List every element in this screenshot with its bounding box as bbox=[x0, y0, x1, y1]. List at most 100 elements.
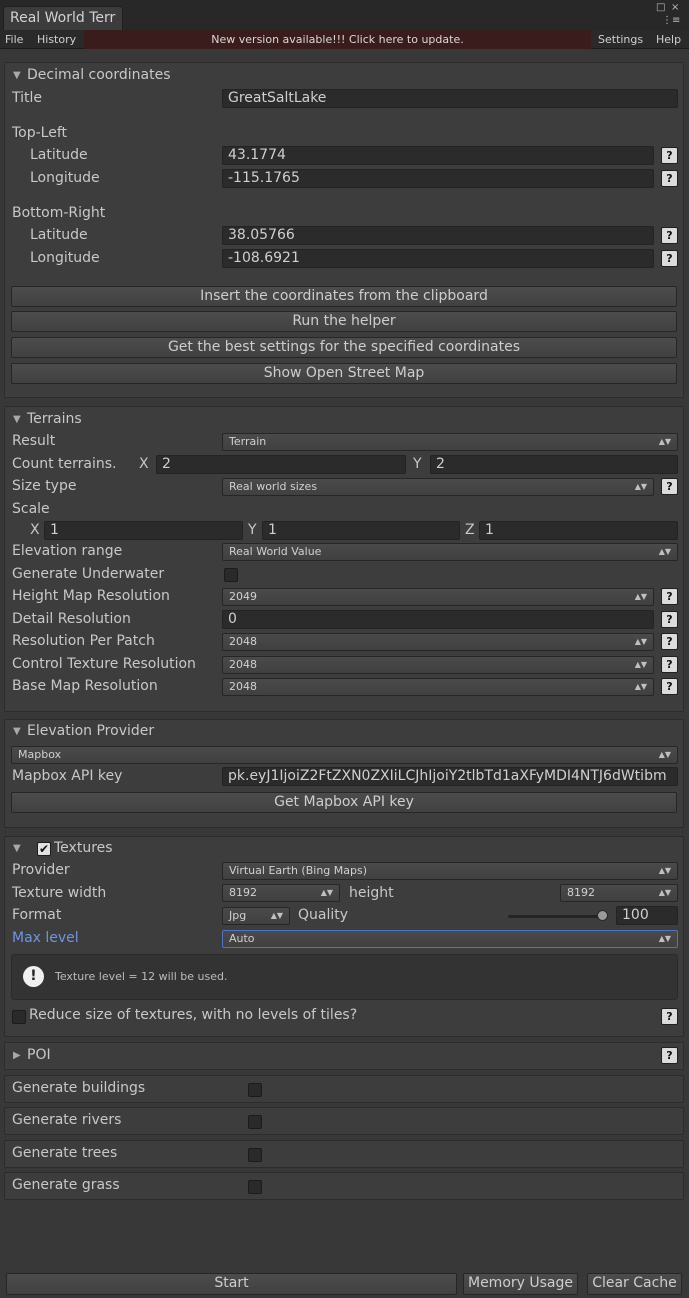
textures-enabled-checkbox[interactable]: ✔ bbox=[37, 842, 51, 856]
elevation-range-dropdown[interactable]: Real World Value ▲▼ bbox=[222, 543, 678, 561]
count-y-label: Y bbox=[413, 456, 422, 472]
foldout-expanded-icon[interactable]: ▼ bbox=[13, 70, 21, 81]
update-banner-button[interactable]: New version available!!! Click here to u… bbox=[84, 30, 591, 49]
generate-rivers-checkbox[interactable] bbox=[248, 1115, 262, 1129]
size-type-dropdown[interactable]: Real world sizes ▲▼ bbox=[222, 478, 654, 496]
quality-slider-track[interactable] bbox=[508, 915, 608, 918]
texture-provider-dropdown[interactable]: Virtual Earth (Bing Maps) ▲▼ bbox=[222, 862, 678, 880]
elevation-provider-value: Mapbox bbox=[18, 748, 62, 761]
texture-width-dropdown[interactable]: 8192 ▲▼ bbox=[222, 884, 340, 902]
format-dropdown[interactable]: Jpg ▲▼ bbox=[222, 907, 290, 925]
scale-x-input[interactable]: 1 bbox=[44, 521, 243, 540]
options-menu-icon[interactable]: ⋮≡ bbox=[662, 15, 680, 26]
scale-label: Scale bbox=[12, 501, 50, 517]
count-x-input[interactable]: 2 bbox=[156, 455, 406, 474]
mapbox-api-key-input[interactable]: pk.eyJ1IjoiZ2FtZXN0ZXIiLCJhIjoiY2tlbTd1a… bbox=[222, 767, 678, 786]
help-icon[interactable]: ? bbox=[661, 170, 678, 187]
br-longitude-input[interactable]: -108.6921 bbox=[222, 249, 654, 268]
base-map-resolution-value: 2048 bbox=[229, 680, 257, 693]
memory-usage-button[interactable]: Memory Usage bbox=[463, 1273, 578, 1295]
maximize-icon[interactable]: □ bbox=[656, 2, 665, 13]
help-icon[interactable]: ? bbox=[661, 611, 678, 628]
base-map-resolution-dropdown[interactable]: 2048 ▲▼ bbox=[222, 678, 654, 696]
help-icon[interactable]: ? bbox=[661, 478, 678, 495]
br-latitude-input[interactable]: 38.05766 bbox=[222, 226, 654, 245]
control-texture-resolution-dropdown[interactable]: 2048 ▲▼ bbox=[222, 656, 654, 674]
reduce-size-checkbox[interactable] bbox=[12, 1010, 26, 1024]
generate-underwater-checkbox[interactable] bbox=[224, 568, 238, 582]
insert-clipboard-button[interactable]: Insert the coordinates from the clipboar… bbox=[11, 286, 677, 307]
terrains-header[interactable]: Terrains bbox=[27, 410, 82, 428]
scale-y-input[interactable]: 1 bbox=[262, 521, 460, 540]
help-icon[interactable]: ? bbox=[661, 1047, 678, 1064]
tl-latitude-input[interactable]: 43.1774 bbox=[222, 146, 654, 165]
menu-file[interactable]: File bbox=[5, 30, 23, 49]
help-icon[interactable]: ? bbox=[661, 147, 678, 164]
dropdown-arrow-icon: ▲▼ bbox=[658, 888, 671, 897]
best-settings-button[interactable]: Get the best settings for the specified … bbox=[11, 337, 677, 358]
scale-z-input[interactable]: 1 bbox=[479, 521, 678, 540]
tl-longitude-label: Longitude bbox=[30, 170, 100, 186]
control-texture-resolution-label: Control Texture Resolution bbox=[12, 656, 196, 672]
clear-cache-button[interactable]: Clear Cache bbox=[587, 1273, 682, 1295]
help-icon[interactable]: ? bbox=[661, 678, 678, 695]
foldout-expanded-icon[interactable]: ▼ bbox=[13, 843, 21, 854]
texture-width-value: 8192 bbox=[229, 886, 257, 899]
help-icon[interactable]: ? bbox=[661, 250, 678, 267]
generate-grass-label: Generate grass bbox=[12, 1177, 120, 1193]
help-icon[interactable]: ? bbox=[661, 1008, 678, 1025]
heightmap-resolution-dropdown[interactable]: 2049 ▲▼ bbox=[222, 588, 654, 606]
menu-history[interactable]: History bbox=[37, 30, 76, 49]
menu-settings[interactable]: Settings bbox=[598, 30, 643, 49]
heightmap-resolution-value: 2049 bbox=[229, 590, 257, 603]
help-icon[interactable]: ? bbox=[661, 656, 678, 673]
count-y-input[interactable]: 2 bbox=[430, 455, 678, 474]
title-input[interactable]: GreatSaltLake bbox=[222, 89, 678, 108]
result-dropdown[interactable]: Terrain ▲▼ bbox=[222, 433, 678, 451]
poi-header[interactable]: POI bbox=[27, 1046, 51, 1064]
start-button[interactable]: Start bbox=[6, 1273, 457, 1295]
bottom-right-label: Bottom-Right bbox=[12, 205, 106, 221]
generate-trees-checkbox[interactable] bbox=[248, 1148, 262, 1162]
run-helper-button[interactable]: Run the helper bbox=[11, 311, 677, 332]
max-level-dropdown[interactable]: Auto ▲▼ bbox=[222, 930, 678, 948]
base-map-resolution-label: Base Map Resolution bbox=[12, 678, 158, 694]
close-icon[interactable]: × bbox=[671, 2, 679, 13]
help-icon[interactable]: ? bbox=[661, 588, 678, 605]
tl-longitude-input[interactable]: -115.1765 bbox=[222, 169, 654, 188]
textures-header[interactable]: Textures bbox=[54, 839, 113, 857]
help-icon[interactable]: ? bbox=[661, 227, 678, 244]
generate-buildings-checkbox[interactable] bbox=[248, 1083, 262, 1097]
get-mapbox-key-button[interactable]: Get Mapbox API key bbox=[11, 792, 677, 813]
dropdown-arrow-icon: ▲▼ bbox=[658, 547, 671, 556]
show-osm-button[interactable]: Show Open Street Map bbox=[11, 363, 677, 384]
format-value: Jpg bbox=[229, 909, 247, 922]
dropdown-arrow-icon: ▲▼ bbox=[634, 660, 647, 669]
dropdown-arrow-icon: ▲▼ bbox=[658, 866, 671, 875]
elevation-provider-header[interactable]: Elevation Provider bbox=[27, 722, 154, 740]
generate-grass-checkbox[interactable] bbox=[248, 1180, 262, 1194]
quality-label: Quality bbox=[298, 907, 349, 923]
detail-resolution-input[interactable]: 0 bbox=[222, 610, 654, 629]
quality-slider-handle[interactable] bbox=[597, 910, 608, 921]
menu-help[interactable]: Help bbox=[656, 30, 681, 49]
dropdown-arrow-icon: ▲▼ bbox=[634, 637, 647, 646]
dropdown-arrow-icon: ▲▼ bbox=[658, 750, 671, 759]
generate-rivers-label: Generate rivers bbox=[12, 1112, 122, 1128]
foldout-expanded-icon[interactable]: ▼ bbox=[13, 726, 21, 737]
window-tab[interactable]: Real World Terr bbox=[3, 6, 123, 30]
help-icon[interactable]: ? bbox=[661, 633, 678, 650]
foldout-collapsed-icon[interactable]: ▶ bbox=[13, 1050, 21, 1061]
poi-section bbox=[4, 1042, 684, 1070]
texture-provider-label: Provider bbox=[12, 862, 70, 878]
elevation-range-label: Elevation range bbox=[12, 543, 123, 559]
resolution-per-patch-dropdown[interactable]: 2048 ▲▼ bbox=[222, 633, 654, 651]
texture-width-label: Texture width bbox=[12, 885, 107, 901]
decimal-coordinates-header[interactable]: Decimal coordinates bbox=[27, 66, 171, 84]
reduce-size-label: Reduce size of textures, with no levels … bbox=[29, 1007, 358, 1023]
elevation-provider-dropdown[interactable]: Mapbox ▲▼ bbox=[11, 746, 678, 764]
texture-height-dropdown[interactable]: 8192 ▲▼ bbox=[560, 884, 678, 902]
foldout-expanded-icon[interactable]: ▼ bbox=[13, 414, 21, 425]
quality-input[interactable]: 100 bbox=[616, 906, 678, 925]
size-type-label: Size type bbox=[12, 478, 77, 494]
